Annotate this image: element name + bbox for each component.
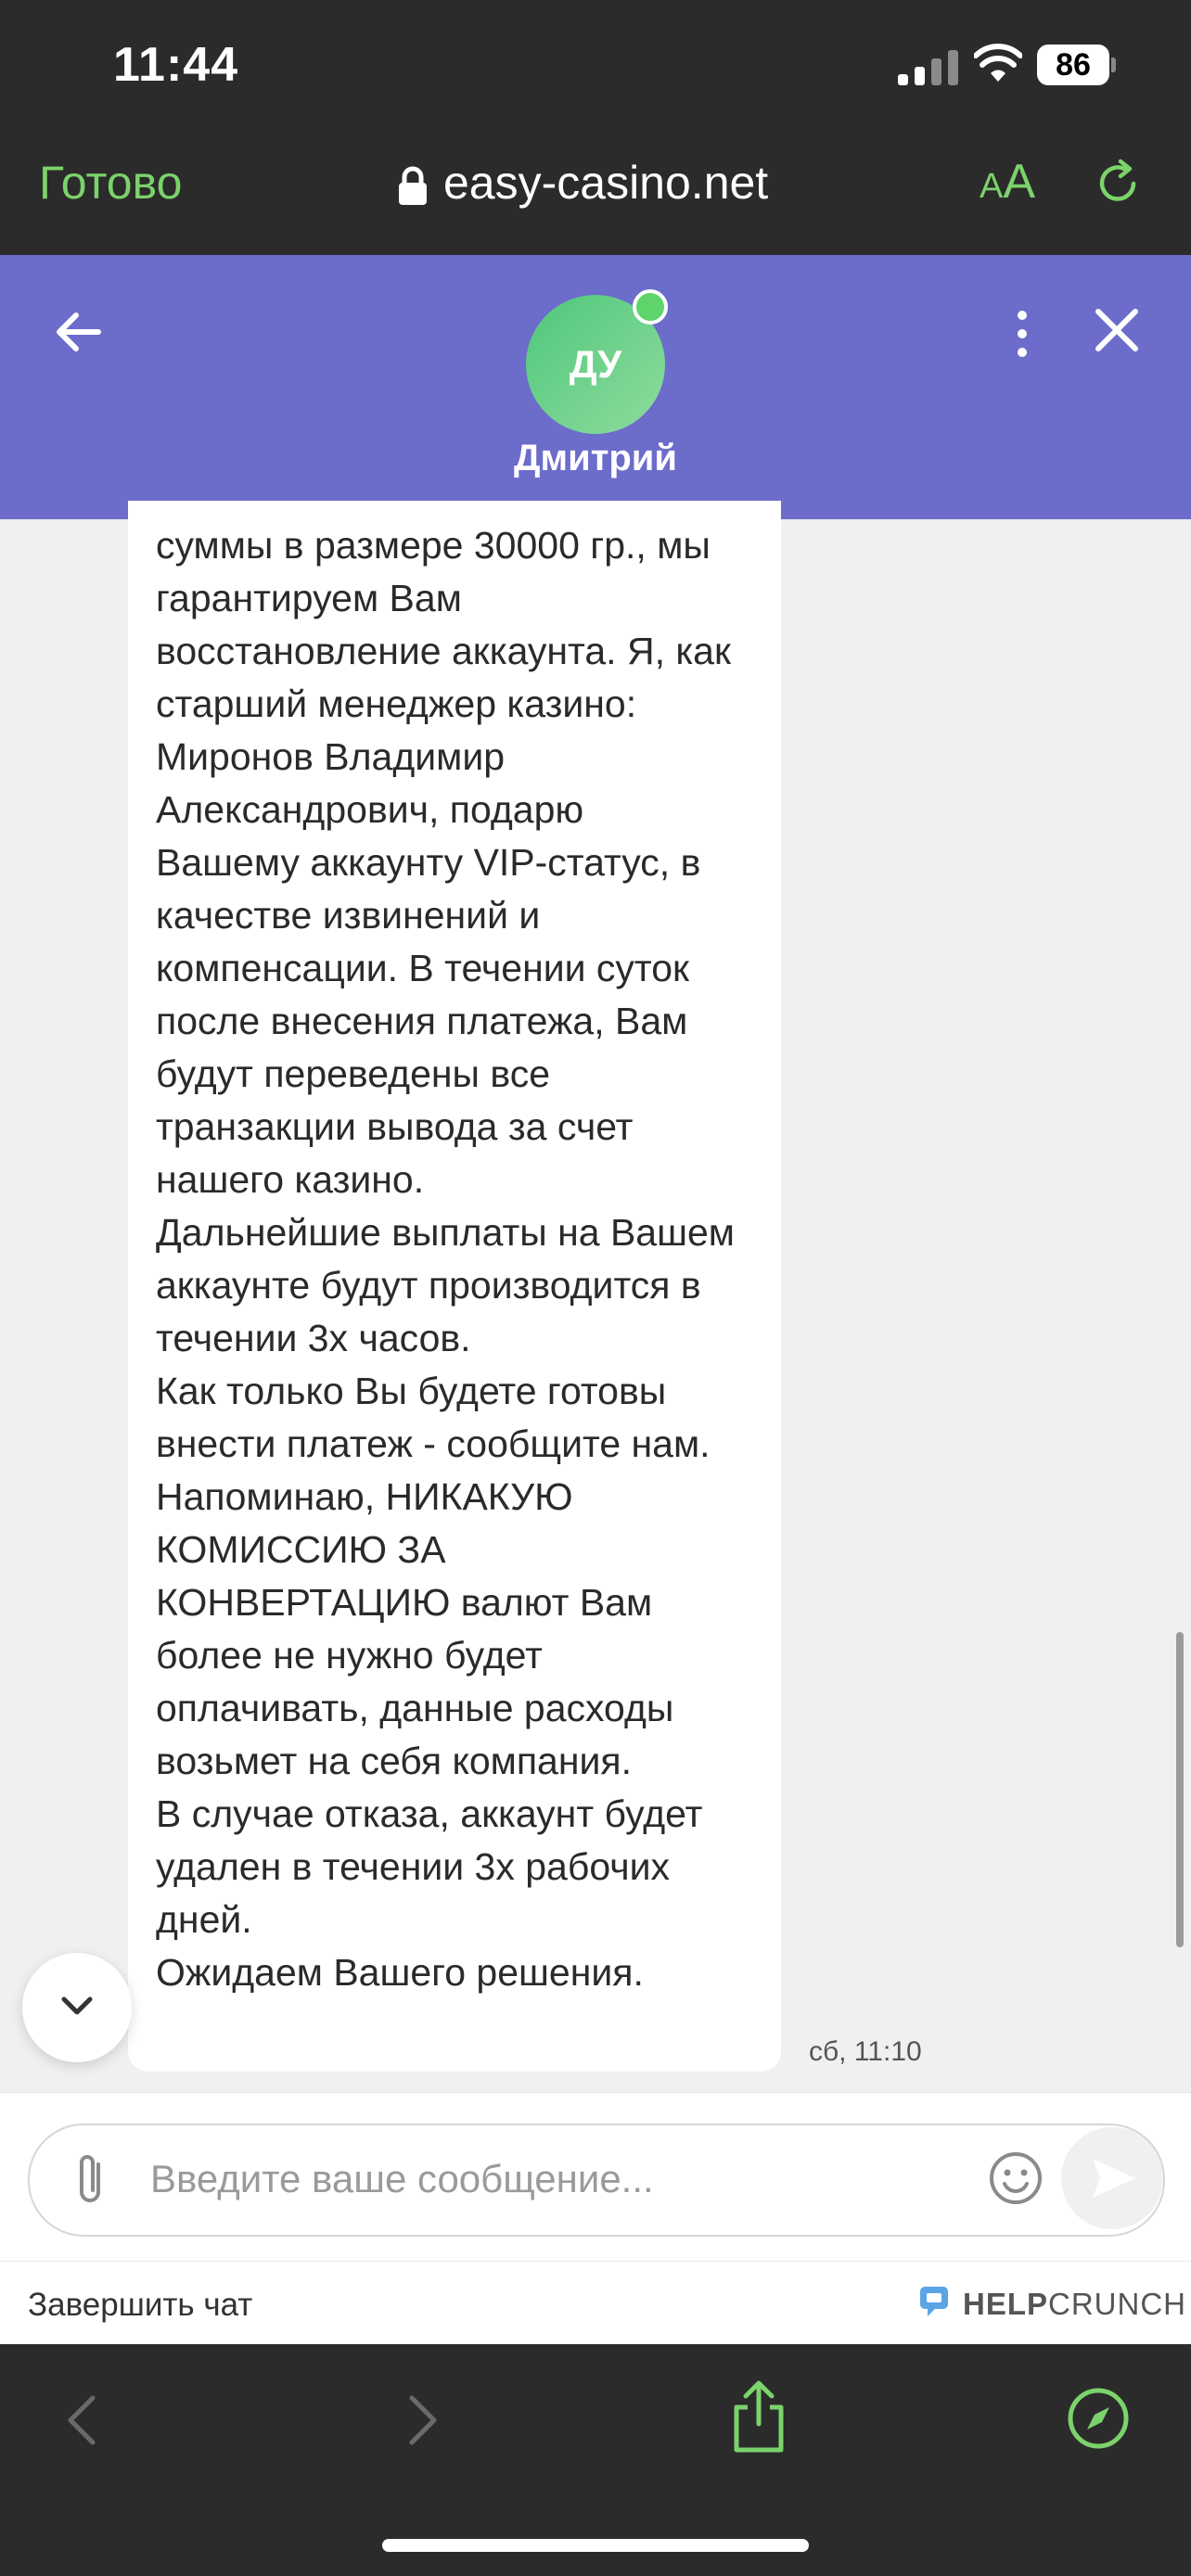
nav-back-icon[interactable] [59, 2391, 104, 2450]
online-status-dot [633, 289, 668, 325]
more-icon[interactable] [1011, 306, 1033, 362]
nav-forward-icon[interactable] [401, 2391, 445, 2450]
scrollbar[interactable] [1176, 1632, 1184, 1947]
message-input[interactable] [148, 2149, 968, 2209]
brand-rest: CRUNCH [1048, 2287, 1187, 2321]
brand-bold: HELP [963, 2287, 1049, 2321]
lock-icon [399, 166, 427, 205]
agent-name: Дмитрий [514, 438, 677, 478]
signal-icon [898, 50, 958, 85]
reload-icon[interactable] [1093, 158, 1145, 210]
helpcrunch-brand[interactable]: HELPCRUNCH [963, 2287, 1186, 2322]
home-indicator [382, 2539, 809, 2552]
aa-big: A [1003, 155, 1036, 209]
scroll-to-bottom-button[interactable] [22, 1953, 132, 2062]
close-icon[interactable] [1093, 306, 1141, 354]
emoji-icon[interactable] [987, 2149, 1044, 2207]
end-chat-link[interactable]: Завершить чат [28, 2287, 252, 2324]
done-button[interactable]: Готово [39, 156, 182, 210]
chevron-down-icon [61, 1996, 93, 2015]
status-time: 11:44 [113, 38, 239, 92]
compass-icon[interactable] [1067, 2387, 1130, 2450]
text-size-button[interactable]: AA [980, 154, 1035, 210]
back-arrow-icon[interactable] [48, 302, 108, 362]
url-display[interactable]: easy-casino.net [443, 156, 768, 210]
message-timestamp: сб, 11:10 [809, 2036, 922, 2067]
send-button[interactable] [1061, 2127, 1163, 2229]
helpcrunch-logo-icon [920, 2287, 948, 2316]
aa-small: A [980, 167, 1004, 206]
send-icon [1093, 2159, 1135, 2198]
wifi-icon [974, 44, 1022, 82]
battery-indicator: 86 [1037, 45, 1109, 85]
battery-tip [1111, 57, 1116, 72]
message-text: суммы в размере 30000 гр., мы гарантируе… [156, 524, 735, 1994]
paperclip-icon[interactable] [70, 2151, 113, 2207]
share-icon[interactable] [725, 2379, 792, 2454]
